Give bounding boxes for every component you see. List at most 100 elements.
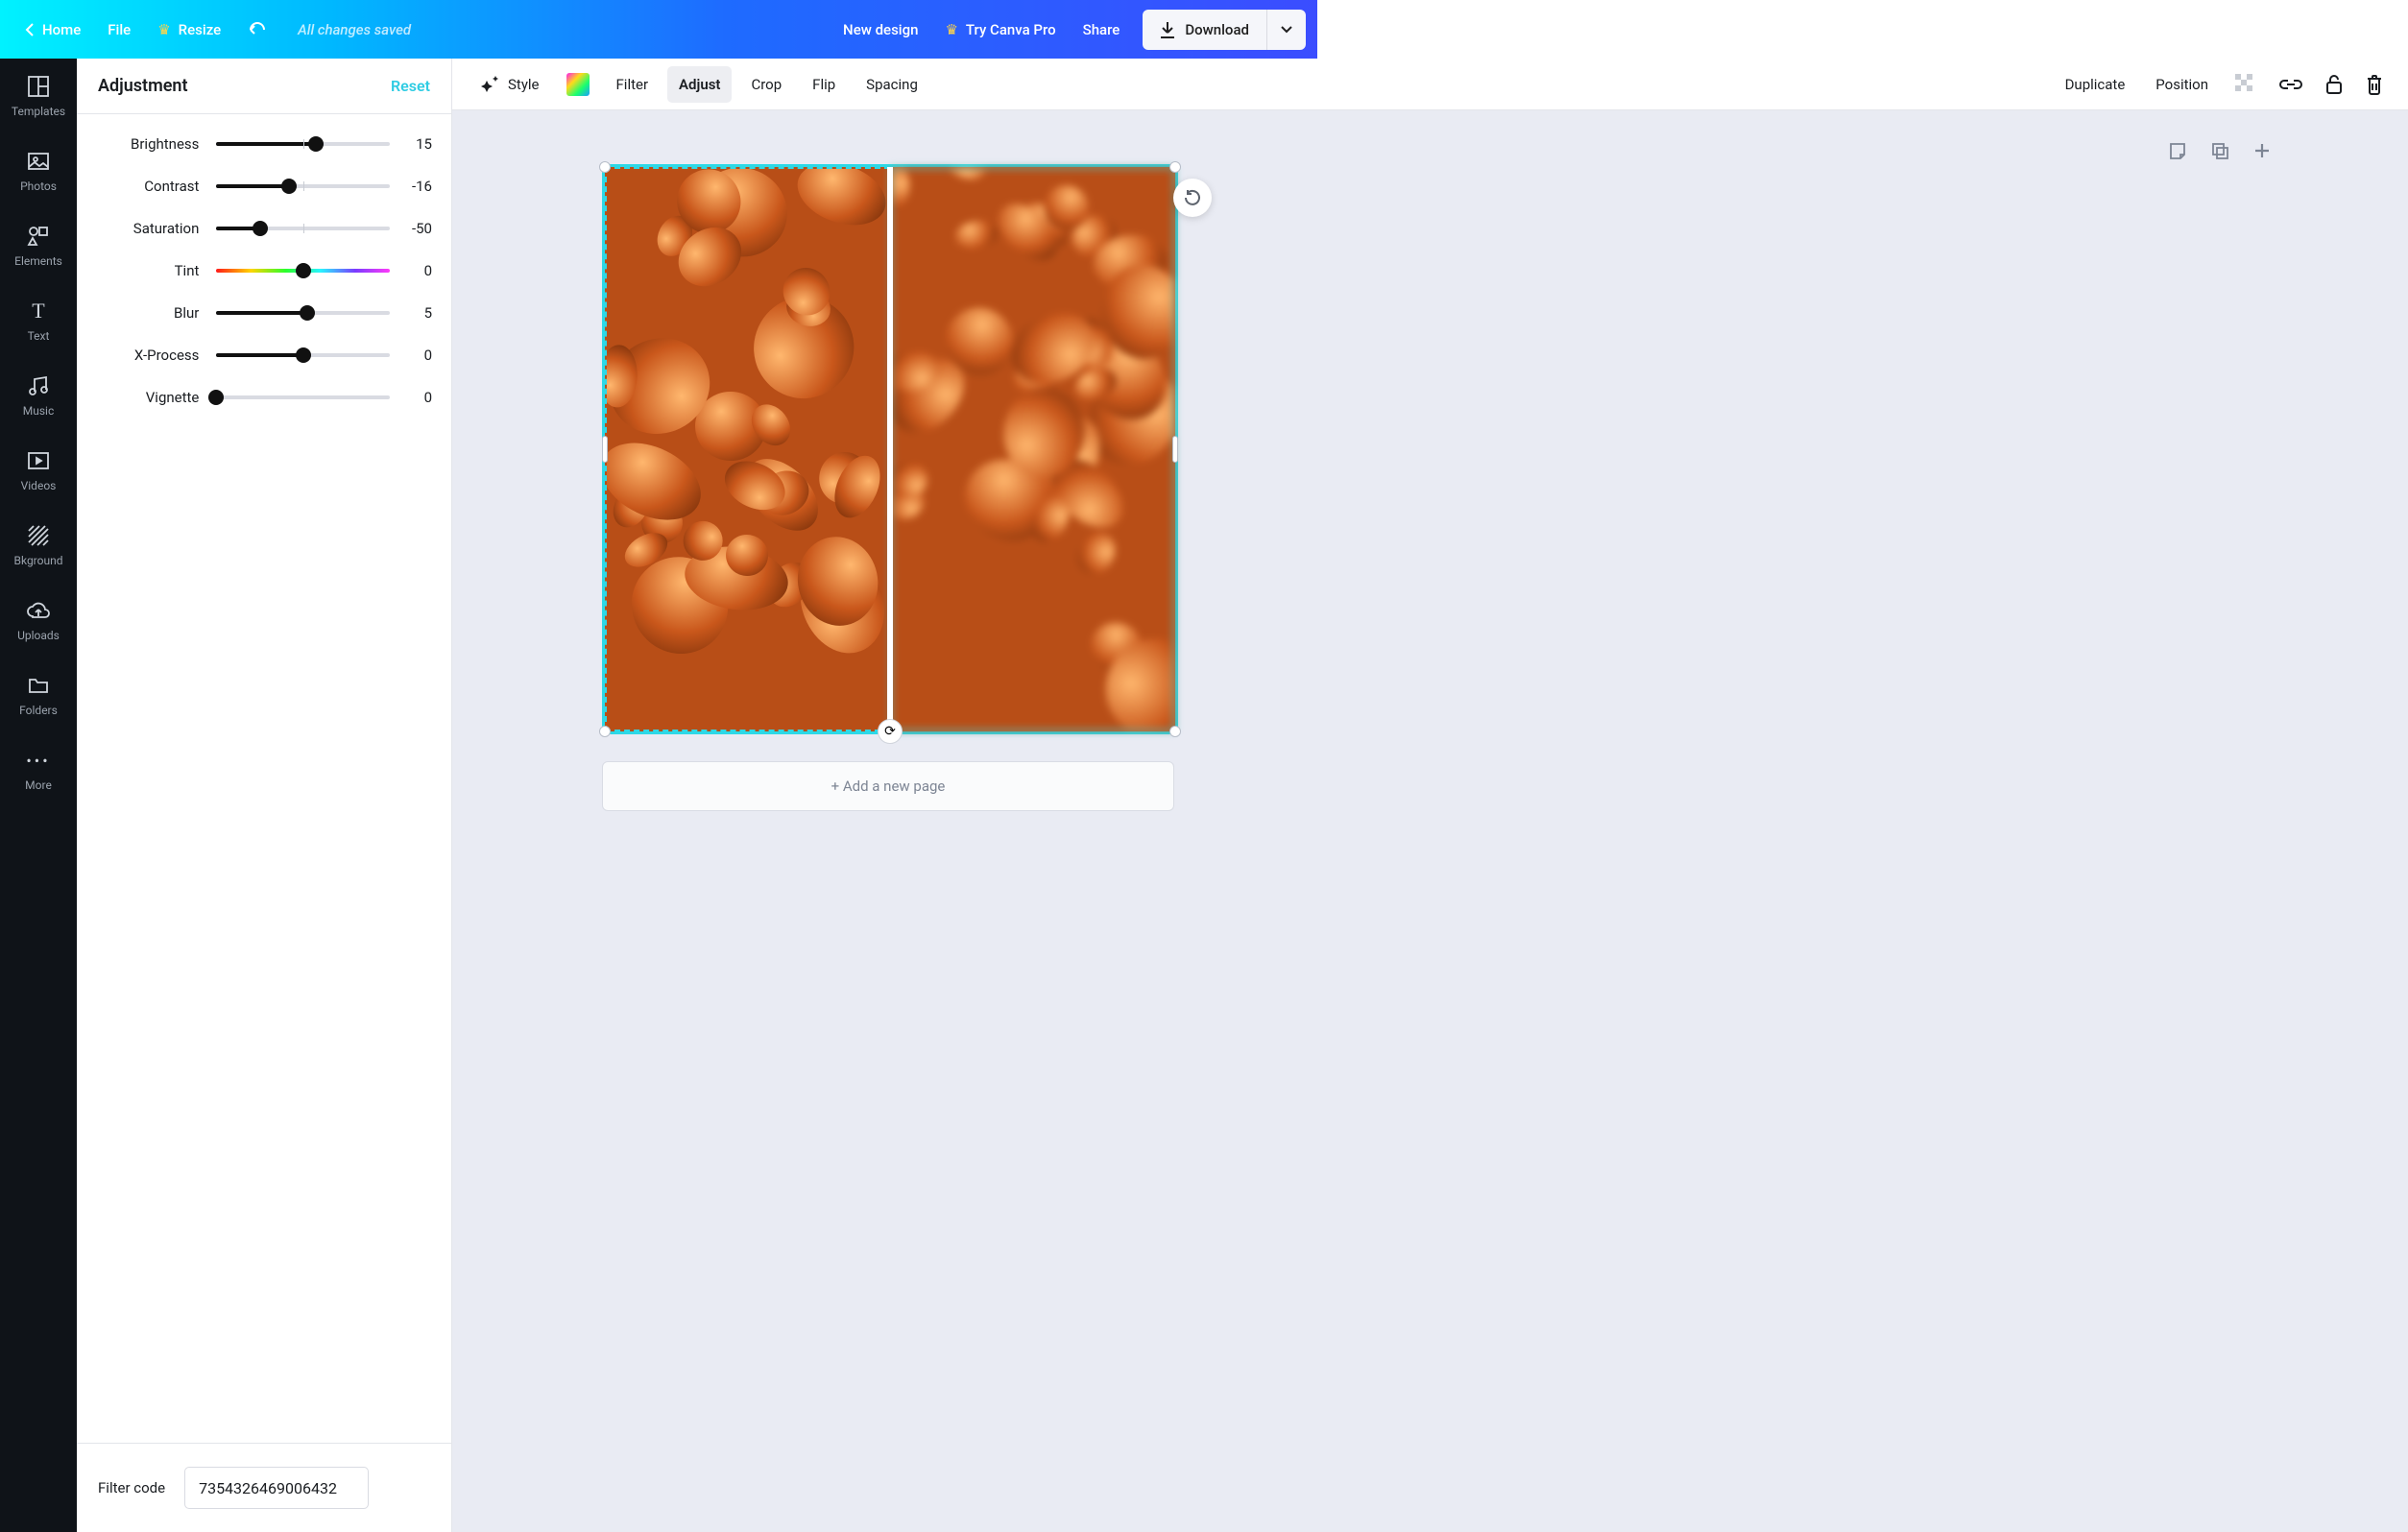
background-icon [26,523,51,548]
slider-value: 5 [390,304,432,322]
slider-track[interactable] [216,311,390,315]
slider-blur: Blur5 [77,304,432,322]
slider-knob[interactable] [296,263,311,278]
style-button[interactable]: Style [470,66,551,103]
download-group: Download [1143,10,1306,50]
save-status: All changes saved [298,21,411,38]
lock-button[interactable] [2318,66,2350,103]
transparency-button[interactable] [2227,66,2264,103]
color-button[interactable] [559,66,597,103]
templates-icon [26,74,51,99]
add-page-button[interactable]: + Add a new page [602,761,1174,811]
rail-uploads[interactable]: Uploads [0,583,77,658]
rotate-button[interactable] [1173,179,1212,217]
rail-videos[interactable]: Videos [0,433,77,508]
slider-knob[interactable] [296,347,311,363]
spacing-button[interactable]: Spacing [855,66,929,103]
music-icon [26,373,51,398]
design-canvas[interactable]: ⟳ [602,164,1178,734]
add-page-icon[interactable] [2252,141,2272,160]
filter-code-label: Filter code [98,1479,165,1496]
slider-label: X-Process [77,347,216,364]
trash-icon [2366,74,2383,95]
link-button[interactable] [2272,66,2310,103]
download-dropdown[interactable] [1267,10,1306,50]
handle-tl[interactable] [599,161,611,173]
slider-brightness: Brightness15 [77,135,432,153]
rotate-icon [1183,188,1202,207]
handle-br[interactable] [1169,726,1181,737]
handle-tr[interactable] [1169,161,1181,173]
rail-folders[interactable]: Folders [0,658,77,732]
image-right[interactable] [890,167,1175,731]
panel-header: Adjustment Reset [77,59,451,114]
slider-knob[interactable] [308,136,324,152]
new-design-button[interactable]: New design [830,11,931,49]
panel-footer: Filter code [77,1443,451,1532]
more-icon: ••• [26,748,51,773]
rail-text[interactable]: T Text [0,283,77,358]
file-menu[interactable]: File [94,11,144,49]
filter-button[interactable]: Filter [605,66,661,103]
duplicate-button[interactable]: Duplicate [2054,66,2137,103]
home-label: Home [42,21,81,38]
slider-knob[interactable] [281,179,297,194]
copy-page-icon[interactable] [2210,141,2229,160]
image-left[interactable] [605,167,890,731]
transparency-icon [2235,74,2256,95]
rail-photos[interactable]: Photos [0,133,77,208]
rail-background[interactable]: Bkground [0,508,77,583]
slider-label: Tint [77,262,216,279]
text-icon: T [26,299,51,323]
crop-button[interactable]: Crop [739,66,793,103]
slider-contrast: Contrast-16 [77,178,432,195]
rail-more[interactable]: ••• More [0,732,77,807]
handle-r[interactable] [1172,436,1178,463]
slider-track[interactable] [216,184,390,188]
slider-label: Saturation [77,220,216,237]
undo-button[interactable] [234,11,280,49]
slider-track[interactable] [216,353,390,357]
app-header: Home File ♛ Resize All changes saved New… [0,0,1317,59]
slider-vignette: Vignette0 [77,389,432,406]
home-button[interactable]: Home [12,11,94,49]
download-button[interactable]: Download [1143,10,1267,50]
adjust-button[interactable]: Adjust [667,66,732,103]
notes-icon[interactable] [2168,141,2187,160]
slider-label: Contrast [77,178,216,195]
crown-icon: ♛ [945,21,957,38]
handle-l[interactable] [602,436,608,463]
link-icon [2279,77,2302,92]
slider-knob[interactable] [208,390,224,405]
page-tools [2168,141,2272,160]
filter-code-input[interactable] [184,1467,369,1509]
divider[interactable] [887,167,893,731]
slider-track[interactable] [216,395,390,399]
delete-button[interactable] [2358,66,2391,103]
slider-track[interactable] [216,227,390,230]
context-toolbar: Style Filter Adjust Crop Flip Spacing Du… [452,59,2408,110]
slider-knob[interactable] [253,221,268,236]
slider-value: 0 [390,389,432,406]
try-pro-button[interactable]: ♛ Try Canva Pro [931,11,1069,49]
handle-bl[interactable] [599,726,611,737]
slider-xprocess: X-Process 0 [77,347,432,364]
slider-track[interactable] [216,142,390,146]
slider-knob[interactable] [300,305,315,321]
slider-track[interactable] [216,269,390,273]
uploads-icon [26,598,51,623]
rail-elements[interactable]: Elements [0,208,77,283]
slider-value: 0 [390,347,432,364]
flip-button[interactable]: Flip [801,66,847,103]
chevron-down-icon [1281,26,1292,34]
share-button[interactable]: Share [1070,11,1134,49]
adjustment-panel: Adjustment Reset Brightness15 Contrast-16… [77,59,452,1532]
rail-templates[interactable]: Templates [0,59,77,133]
position-button[interactable]: Position [2144,66,2220,103]
rail-music[interactable]: Music [0,358,77,433]
reset-button[interactable]: Reset [391,77,430,95]
swap-button[interactable]: ⟳ [878,719,903,744]
resize-button[interactable]: ♛ Resize [144,11,234,49]
canvas-stage: ⟳ + Add a new page [452,110,2408,1532]
undo-icon [248,22,267,37]
